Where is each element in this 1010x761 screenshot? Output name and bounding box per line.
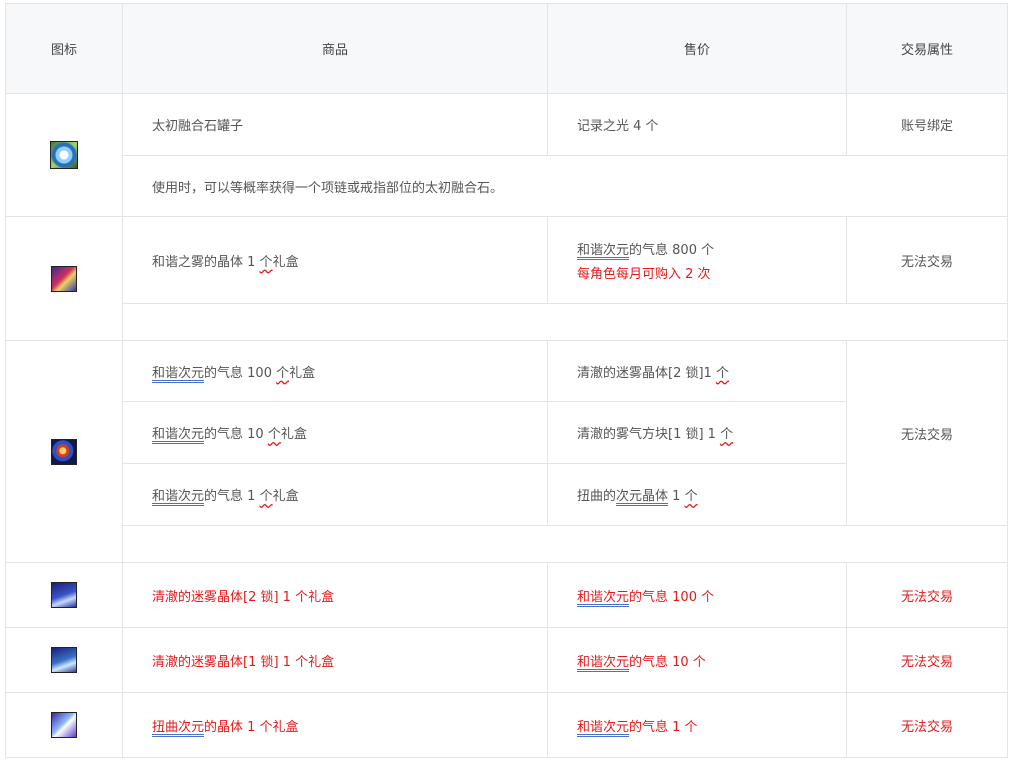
product-text: 个 xyxy=(259,254,273,270)
price-text: 的气息 1 个 xyxy=(629,719,698,735)
icon-cell xyxy=(5,692,123,758)
price-text: 扭曲的 xyxy=(577,489,617,504)
price: 和谐次元的气息 1 个 xyxy=(547,692,847,758)
header-product: 商品 xyxy=(122,3,548,94)
price-link[interactable]: 次元晶体 xyxy=(616,489,668,504)
trade-attr: 无法交易 xyxy=(846,216,1008,304)
product-text: 的晶体 1 个礼盒 xyxy=(204,719,299,735)
price: 清澈的迷雾晶体[2 锁]1 个 xyxy=(547,340,847,402)
product-text: 的气息 1 xyxy=(204,489,260,504)
trade-attr: 账号绑定 xyxy=(846,93,1008,156)
price: 记录之光 4 个 xyxy=(547,93,847,156)
price: 清澈的雾气方块[1 锁] 1 个 xyxy=(547,401,847,464)
product-text: 的气息 10 xyxy=(204,427,268,442)
table-row: 扭曲次元的晶体 1 个礼盒 和谐次元的气息 1 个 无法交易 xyxy=(5,692,1008,758)
icon-cell xyxy=(5,93,123,217)
product-name: 扭曲次元的晶体 1 个礼盒 xyxy=(122,692,548,758)
header-icon: 图标 xyxy=(5,3,123,94)
trade-attr: 无法交易 xyxy=(846,692,1008,758)
header-trade: 交易属性 xyxy=(846,3,1008,94)
lock-2-crystal-icon xyxy=(51,582,77,608)
product-text: 个 xyxy=(267,427,281,442)
product-name: 太初融合石罐子 xyxy=(122,93,548,156)
price-link[interactable]: 和谐次元 xyxy=(577,655,629,670)
table-row: 太初融合石罐子 记录之光 4 个 账号绑定 xyxy=(5,93,1008,217)
table-row: 和谐次元的气息 100 个礼盒 清澈的迷雾晶体[2 锁]1 个 无法交易 xyxy=(5,340,1008,563)
price-link[interactable]: 和谐次元 xyxy=(577,590,629,605)
price-text: 的气息 10 个 xyxy=(629,654,706,670)
price-link[interactable]: 和谐次元 xyxy=(577,243,629,258)
product-text: 礼盒 xyxy=(272,489,299,504)
price-text: 个 xyxy=(684,489,698,504)
trade-attr: 无法交易 xyxy=(846,627,1008,693)
price: 和谐次元的气息 800 个 每角色每月可购入 2 次 xyxy=(547,216,847,304)
twisted-cube-icon xyxy=(51,712,77,738)
table-row-spacer xyxy=(6,303,1008,341)
price-text: 的气息 800 个 xyxy=(629,242,715,258)
empty-cell xyxy=(122,525,1008,563)
harmony-breath-orb-icon xyxy=(51,438,77,465)
trade-attr: 无法交易 xyxy=(846,562,1008,628)
star-crystal-jar-icon xyxy=(50,141,78,169)
purchase-limit-note: 每角色每月可购入 2 次 xyxy=(577,266,711,282)
product-description: 使用时，可以等概率获得一个项链或戒指部位的太初融合石。 xyxy=(122,155,1008,217)
product-link[interactable]: 扭曲次元 xyxy=(152,720,204,735)
price-text: 清澈的雾气方块[1 锁] 1 xyxy=(577,427,721,442)
product-name: 和谐次元的气息 10 个礼盒 xyxy=(122,401,548,464)
harmony-crystal-box-icon xyxy=(51,265,77,292)
table-header-row: 图标 商品 售价 交易属性 xyxy=(5,3,1008,94)
table-row: 和谐之雾的晶体 1 个礼盒 和谐次元的气息 800 个 每角色每月可购入 2 次… xyxy=(5,216,1008,341)
product-text: 个 xyxy=(259,489,273,504)
product-text: 个 xyxy=(276,365,290,381)
price: 扭曲的次元晶体 1 个 xyxy=(547,463,847,526)
price-text: 个 xyxy=(715,365,729,381)
product-text: 礼盒 xyxy=(272,254,299,270)
product-text: 礼盒 xyxy=(280,427,307,442)
price: 和谐次元的气息 10 个 xyxy=(547,627,847,693)
product-link[interactable]: 和谐次元 xyxy=(152,489,204,504)
price-text: 的气息 100 个 xyxy=(629,589,715,605)
price-text: 个 xyxy=(720,427,734,442)
icon-cell xyxy=(5,627,123,693)
empty-cell xyxy=(122,303,1008,341)
lock-1-block-icon xyxy=(51,647,77,673)
product-text: 和谐之雾的晶体 1 xyxy=(152,254,260,270)
product-name: 和谐次元的气息 100 个礼盒 xyxy=(122,340,548,402)
product-text: 的气息 100 xyxy=(204,365,277,381)
trade-attr: 无法交易 xyxy=(846,340,1008,526)
price-link[interactable]: 和谐次元 xyxy=(577,720,629,735)
price-text: 清澈的迷雾晶体[2 锁]1 xyxy=(577,365,716,381)
product-name: 和谐次元的气息 1 个礼盒 xyxy=(122,463,548,526)
shop-table: 图标 商品 售价 交易属性 太初融合石罐子 记录之光 4 个 账号绑定 使用时，… xyxy=(5,3,1008,758)
product-link[interactable]: 和谐次元 xyxy=(152,366,204,381)
icon-cell xyxy=(5,340,123,563)
icon-cell xyxy=(5,216,123,341)
product-text: 礼盒 xyxy=(289,365,316,381)
product-name: 清澈的迷雾晶体[2 锁] 1 个礼盒 xyxy=(122,562,548,628)
header-price: 售价 xyxy=(547,3,847,94)
icon-cell xyxy=(5,562,123,628)
table-row: 使用时，可以等概率获得一个项链或戒指部位的太初融合石。 xyxy=(6,155,1008,217)
table-row: 清澈的迷雾晶体[1 锁] 1 个礼盒 和谐次元的气息 10 个 无法交易 xyxy=(5,627,1008,693)
table-row: 清澈的迷雾晶体[2 锁] 1 个礼盒 和谐次元的气息 100 个 无法交易 xyxy=(5,562,1008,628)
price-text: 1 xyxy=(668,489,685,504)
product-name: 清澈的迷雾晶体[1 锁] 1 个礼盒 xyxy=(122,627,548,693)
price: 和谐次元的气息 100 个 xyxy=(547,562,847,628)
product-link[interactable]: 和谐次元 xyxy=(152,427,204,442)
product-name: 和谐之雾的晶体 1 个礼盒 xyxy=(122,216,548,304)
table-row-spacer xyxy=(6,525,1008,563)
